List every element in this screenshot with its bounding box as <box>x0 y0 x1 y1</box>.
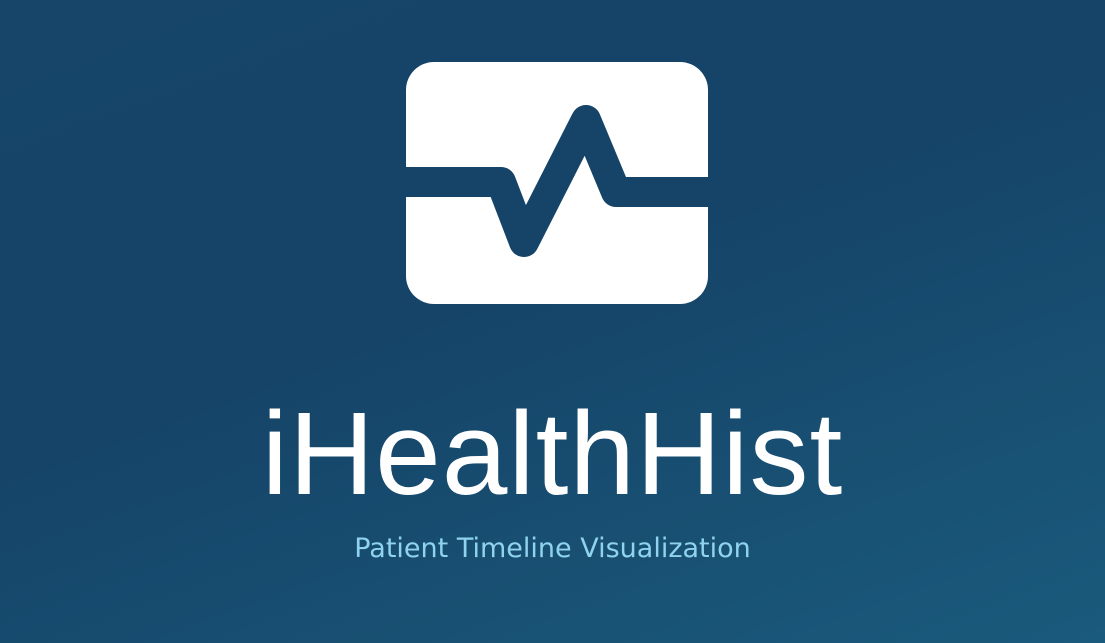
app-title: iHealthHist <box>261 388 844 520</box>
heartbeat-monitor-icon <box>406 62 708 304</box>
app-subtitle: Patient Timeline Visualization <box>354 533 751 564</box>
splash-screen: iHealthHist Patient Timeline Visualizati… <box>0 0 1105 643</box>
